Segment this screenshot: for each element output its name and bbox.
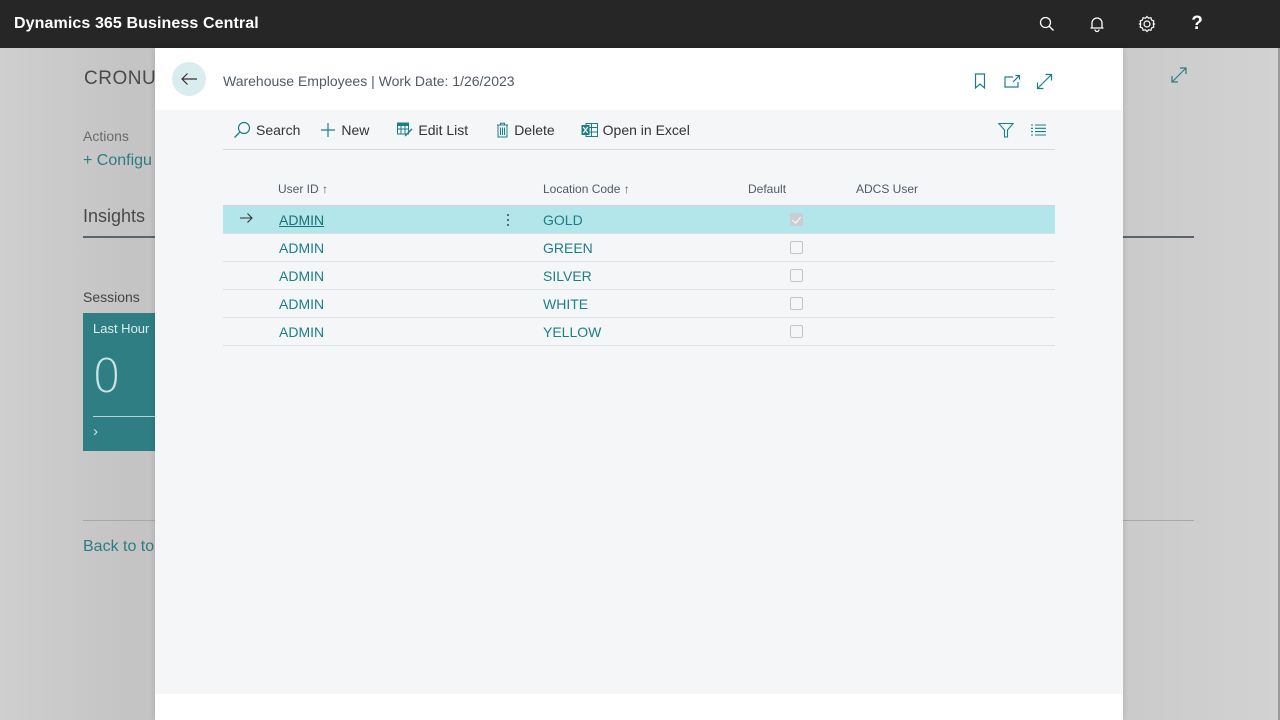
new-action[interactable]: New xyxy=(306,115,375,145)
search-icon xyxy=(1039,16,1054,31)
dialog-body: Search New Edit List Delete Open in Exce… xyxy=(155,110,1123,694)
cell-location-code[interactable]: YELLOW xyxy=(543,324,601,340)
settings-button[interactable] xyxy=(1122,0,1172,48)
column-header-default[interactable]: Default xyxy=(748,182,786,196)
table-row[interactable]: ADMIN SILVER xyxy=(223,262,1055,290)
company-name: CRONU xyxy=(84,68,157,89)
table-row[interactable]: ADMIN GOLD xyxy=(223,206,1055,234)
expand-button[interactable] xyxy=(1028,70,1060,92)
cell-user-id[interactable]: ADMIN xyxy=(279,240,324,256)
delete-label: Delete xyxy=(514,121,555,138)
new-label: New xyxy=(341,121,370,138)
filter-button[interactable] xyxy=(989,115,1022,145)
search-icon xyxy=(234,121,251,138)
edit-list-icon xyxy=(397,122,413,137)
cell-location-code[interactable]: WHITE xyxy=(543,296,588,312)
cell-user-id[interactable]: ADMIN xyxy=(279,296,324,312)
warehouse-employees-grid: User ID ↑ Location Code ↑ Default ADCS U… xyxy=(223,176,1055,346)
grid-header: User ID ↑ Location Code ↑ Default ADCS U… xyxy=(223,176,1055,206)
bookmark-icon xyxy=(974,73,986,89)
expand-icon xyxy=(1171,67,1187,83)
search-button[interactable] xyxy=(1022,0,1072,48)
cell-location-code[interactable]: GOLD xyxy=(543,212,583,228)
notifications-button[interactable] xyxy=(1072,0,1122,48)
help-button[interactable]: ? xyxy=(1172,0,1222,48)
cell-user-id[interactable]: ADMIN xyxy=(279,212,324,228)
chevron-right-icon: › xyxy=(93,423,98,440)
cell-default-checkbox[interactable] xyxy=(790,241,803,254)
back-to-top-link[interactable]: Back to to xyxy=(83,538,154,556)
tile-label: Last Hour xyxy=(93,321,150,336)
cell-user-id[interactable]: ADMIN xyxy=(279,324,324,340)
back-button[interactable] xyxy=(172,62,206,96)
app-bar: Dynamics 365 Business Central ? xyxy=(0,0,1280,48)
column-header-adcs-user[interactable]: ADCS User xyxy=(856,182,918,196)
open-in-excel-action[interactable]: Open in Excel xyxy=(561,115,696,145)
action-bar-right xyxy=(989,110,1055,150)
trash-icon xyxy=(497,122,509,137)
excel-icon xyxy=(581,122,598,137)
cell-location-code[interactable]: GREEN xyxy=(543,240,593,256)
background-expand-button[interactable] xyxy=(1170,66,1188,89)
open-new-window-icon xyxy=(1003,74,1020,88)
bell-icon xyxy=(1090,16,1104,32)
table-row[interactable]: ADMIN YELLOW xyxy=(223,318,1055,346)
expand-icon xyxy=(1036,73,1052,89)
app-title: Dynamics 365 Business Central xyxy=(14,15,259,32)
edit-list-action[interactable]: Edit List xyxy=(375,115,474,145)
cell-default-checkbox[interactable] xyxy=(790,269,803,282)
cell-user-id[interactable]: ADMIN xyxy=(279,268,324,284)
filter-icon xyxy=(997,122,1014,138)
bookmark-button[interactable] xyxy=(964,70,996,92)
cell-location-code[interactable]: SILVER xyxy=(543,268,592,284)
list-view-button[interactable] xyxy=(1022,115,1055,145)
help-icon: ? xyxy=(1191,13,1203,34)
tile-value: 0 xyxy=(92,349,122,403)
plus-icon xyxy=(321,122,336,137)
cell-default-checkbox[interactable] xyxy=(790,297,803,310)
table-row[interactable]: ADMIN WHITE xyxy=(223,290,1055,318)
table-row[interactable]: ADMIN GREEN xyxy=(223,234,1055,262)
row-more-options-icon[interactable] xyxy=(503,210,513,230)
cell-default-checkbox[interactable] xyxy=(790,325,803,338)
actions-label: Actions xyxy=(83,128,129,144)
dialog-header-actions xyxy=(964,70,1060,92)
action-bar: Search New Edit List Delete Open in Exce… xyxy=(223,110,1055,150)
delete-action[interactable]: Delete xyxy=(474,115,560,145)
dialog-title: Warehouse Employees | Work Date: 1/26/20… xyxy=(223,73,515,89)
arrow-left-icon xyxy=(181,73,197,85)
dialog-footer xyxy=(155,694,1123,720)
gear-icon xyxy=(1138,15,1156,33)
configure-link[interactable]: + Configu xyxy=(83,152,152,170)
search-action[interactable]: Search xyxy=(223,115,306,145)
cell-default-checkbox[interactable] xyxy=(790,213,803,226)
insights-heading: Insights xyxy=(83,206,146,226)
open-new-window-button[interactable] xyxy=(996,70,1028,92)
list-icon xyxy=(1031,124,1046,136)
open-in-excel-label: Open in Excel xyxy=(602,121,690,138)
edit-list-label: Edit List xyxy=(418,121,469,138)
sessions-label: Sessions xyxy=(83,289,140,305)
column-header-user-id[interactable]: User ID ↑ xyxy=(278,182,328,196)
dialog-header: Warehouse Employees | Work Date: 1/26/20… xyxy=(155,48,1123,110)
warehouse-employees-dialog: Warehouse Employees | Work Date: 1/26/20… xyxy=(155,48,1123,720)
search-label: Search xyxy=(256,121,301,138)
column-header-location-code[interactable]: Location Code ↑ xyxy=(543,182,630,196)
app-bar-icons: ? xyxy=(1022,0,1222,48)
row-selected-arrow-icon xyxy=(239,211,253,230)
